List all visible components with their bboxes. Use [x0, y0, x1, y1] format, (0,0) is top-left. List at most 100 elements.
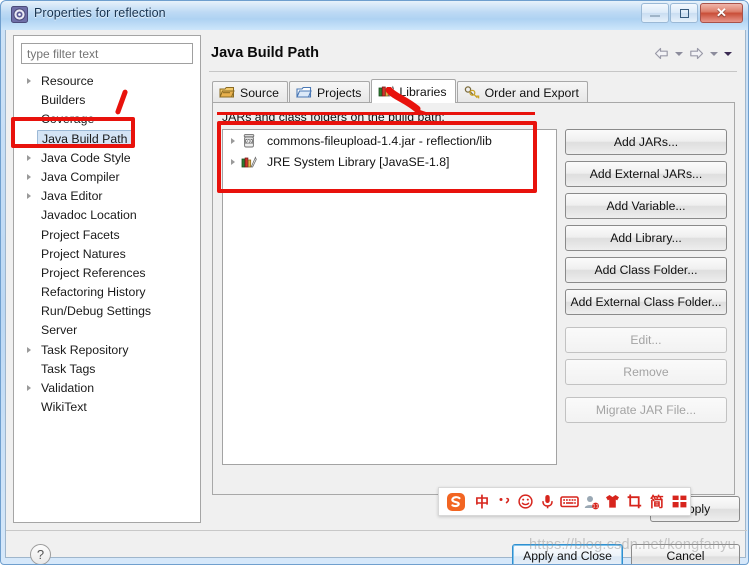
sogou-logo-icon[interactable]	[441, 488, 471, 515]
jar-icon: 010	[241, 133, 262, 149]
tab-order-and-export[interactable]: Order and Export	[456, 81, 588, 103]
sidebar-item-java-code-style[interactable]: Java Code Style	[14, 149, 200, 168]
restore-icon	[679, 8, 689, 18]
add-external-jars-button[interactable]: Add External JARs...	[565, 161, 727, 187]
libraries-action-buttons: Add JARs... Add External JARs... Add Varia…	[565, 129, 728, 429]
sidebar-item-label: Project Natures	[41, 246, 126, 261]
sidebar-item-label: Java Build Path	[37, 129, 134, 148]
sidebar-item-task-repository[interactable]: Task Repository	[14, 341, 200, 360]
voice-input-icon[interactable]	[537, 488, 559, 515]
filter-input[interactable]	[21, 43, 193, 64]
tab-label: Order and Export	[484, 85, 579, 100]
sidebar-item-project-facets[interactable]: Project Facets	[14, 226, 200, 245]
add-variable-button[interactable]: Add Variable...	[565, 193, 727, 219]
migrate-jar-file-button: Migrate JAR File...	[565, 397, 727, 423]
add-class-folder-button[interactable]: Add Class Folder...	[565, 257, 727, 283]
add-library-button[interactable]: Add Library...	[565, 225, 727, 251]
soft-keyboard-icon[interactable]	[559, 488, 581, 515]
button-label: Add External Class Folder...	[570, 295, 722, 309]
tree-expand-chevron-right-icon[interactable]	[27, 173, 31, 180]
sidebar-item-label: Coverage	[41, 112, 95, 127]
sidebar-item-server[interactable]: Server	[14, 321, 200, 340]
forward-history-chevron-down-icon[interactable]	[710, 51, 718, 56]
back-arrow-icon[interactable]	[654, 47, 669, 60]
button-label: Add External JARs...	[589, 167, 703, 181]
sidebar-item-builders[interactable]: Builders	[14, 91, 200, 110]
list-item-label: commons-fileupload-1.4.jar - reflection/…	[267, 133, 492, 148]
add-external-class-folder-button[interactable]: Add External Class Folder...	[565, 289, 727, 315]
sidebar-item-label: Run/Debug Settings	[41, 304, 152, 319]
tab-libraries[interactable]: Libraries	[371, 79, 456, 103]
window-title-bar[interactable]: Properties for reflection ✕	[1, 1, 748, 30]
maximize-restore-button[interactable]	[670, 3, 698, 23]
sidebar-item-label: Java Code Style	[41, 150, 131, 165]
sidebar-item-label: Builders	[41, 93, 86, 108]
button-label: Add Class Folder...	[594, 263, 698, 277]
list-item[interactable]: 010 commons-fileupload-1.4.jar - reflecti…	[223, 130, 556, 151]
tree-expand-chevron-right-icon[interactable]	[27, 346, 31, 353]
sidebar-item-label: WikiText	[41, 400, 87, 415]
user-account-icon[interactable]: 11	[580, 488, 602, 515]
sidebar-item-wikitext[interactable]: WikiText	[14, 398, 200, 417]
tab-projects[interactable]: Projects	[288, 81, 371, 103]
source-folder-icon	[219, 85, 235, 100]
button-label: Add Library...	[610, 231, 682, 245]
punctuation-mode-icon[interactable]	[493, 488, 515, 515]
tree-expand-chevron-right-icon[interactable]	[27, 154, 31, 161]
skin-shirt-icon[interactable]	[602, 488, 624, 515]
button-label: Add Variable...	[606, 199, 686, 213]
tab-strip: Source Projects Libraries Order and Export	[212, 79, 589, 103]
button-label: Edit...	[630, 333, 662, 347]
close-button[interactable]: ✕	[700, 3, 743, 23]
add-jars-button[interactable]: Add JARs...	[565, 129, 727, 155]
screenshot-crop-icon[interactable]	[624, 488, 646, 515]
sidebar-item-project-natures[interactable]: Project Natures	[14, 245, 200, 264]
tree-expand-chevron-right-icon[interactable]	[27, 385, 31, 391]
order-export-icon	[464, 85, 480, 100]
sidebar-item-label: Task Tags	[41, 361, 96, 376]
settings-tree-panel: Resource Builders Coverage Java Build Path J…	[13, 35, 201, 523]
sidebar-item-label: Task Repository	[41, 342, 129, 357]
view-menu-chevron-down-icon[interactable]	[724, 51, 732, 56]
project-folder-icon	[296, 85, 312, 100]
minimize-button[interactable]	[641, 3, 669, 23]
sidebar-item-java-editor[interactable]: Java Editor	[14, 187, 200, 206]
sogou-input-method-toolbar[interactable]: 中 11 简	[438, 487, 691, 516]
simplified-chinese-icon[interactable]: 简	[646, 488, 669, 515]
sidebar-item-validation[interactable]: Validation	[14, 379, 200, 398]
sidebar-item-java-compiler[interactable]: Java Compiler	[14, 168, 200, 187]
libraries-books-icon	[378, 84, 395, 99]
sidebar-item-label: Validation	[41, 381, 95, 395]
dialog-content: ResourceBuildersCoverageJava Build PathJ…	[5, 30, 747, 564]
sidebar-item-run-debug-settings[interactable]: Run/Debug Settings	[14, 302, 200, 321]
tree-expand-chevron-right-icon[interactable]	[231, 137, 235, 144]
tree-expand-chevron-right-icon[interactable]	[231, 158, 235, 165]
toolbox-grid-icon[interactable]	[668, 488, 690, 515]
sidebar-item-label: Java Compiler	[41, 169, 120, 184]
settings-tree: Resource Builders Coverage Java Build Path J…	[14, 72, 200, 417]
sidebar-item-label: Javadoc Location	[41, 208, 137, 223]
sidebar-item-java-build-path[interactable]: Java Build Path	[14, 129, 200, 149]
sidebar-item-coverage[interactable]: Coverage	[14, 110, 200, 129]
help-question-icon[interactable]: ?	[30, 544, 51, 564]
back-history-chevron-down-icon[interactable]	[675, 51, 683, 56]
sidebar-item-resource[interactable]: Resource	[14, 72, 200, 91]
tree-expand-chevron-right-icon[interactable]	[27, 78, 31, 84]
sidebar-item-javadoc-location[interactable]: Javadoc Location	[14, 206, 200, 225]
tab-source[interactable]: Source	[212, 81, 288, 103]
chinese-mode-icon[interactable]: 中	[471, 488, 494, 515]
tree-expand-chevron-right-icon[interactable]	[27, 193, 31, 200]
forward-arrow-icon[interactable]	[689, 47, 704, 60]
page-panel: Java Build Path Source Projects Librarie…	[206, 35, 740, 523]
button-label: Remove	[623, 365, 669, 379]
sidebar-item-project-references[interactable]: Project References	[14, 264, 200, 283]
jars-list[interactable]: 010 commons-fileupload-1.4.jar - reflecti…	[222, 129, 557, 465]
tab-label: Source	[240, 85, 279, 100]
remove-button: Remove	[565, 359, 727, 385]
emoji-icon[interactable]	[515, 488, 537, 515]
list-item[interactable]: JRE System Library [JavaSE-1.8]	[223, 151, 556, 172]
sidebar-item-task-tags[interactable]: Task Tags	[14, 360, 200, 379]
sidebar-item-refactoring-history[interactable]: Refactoring History	[14, 283, 200, 302]
sidebar-item-label: Server	[41, 323, 78, 338]
page-title: Java Build Path	[211, 45, 319, 61]
